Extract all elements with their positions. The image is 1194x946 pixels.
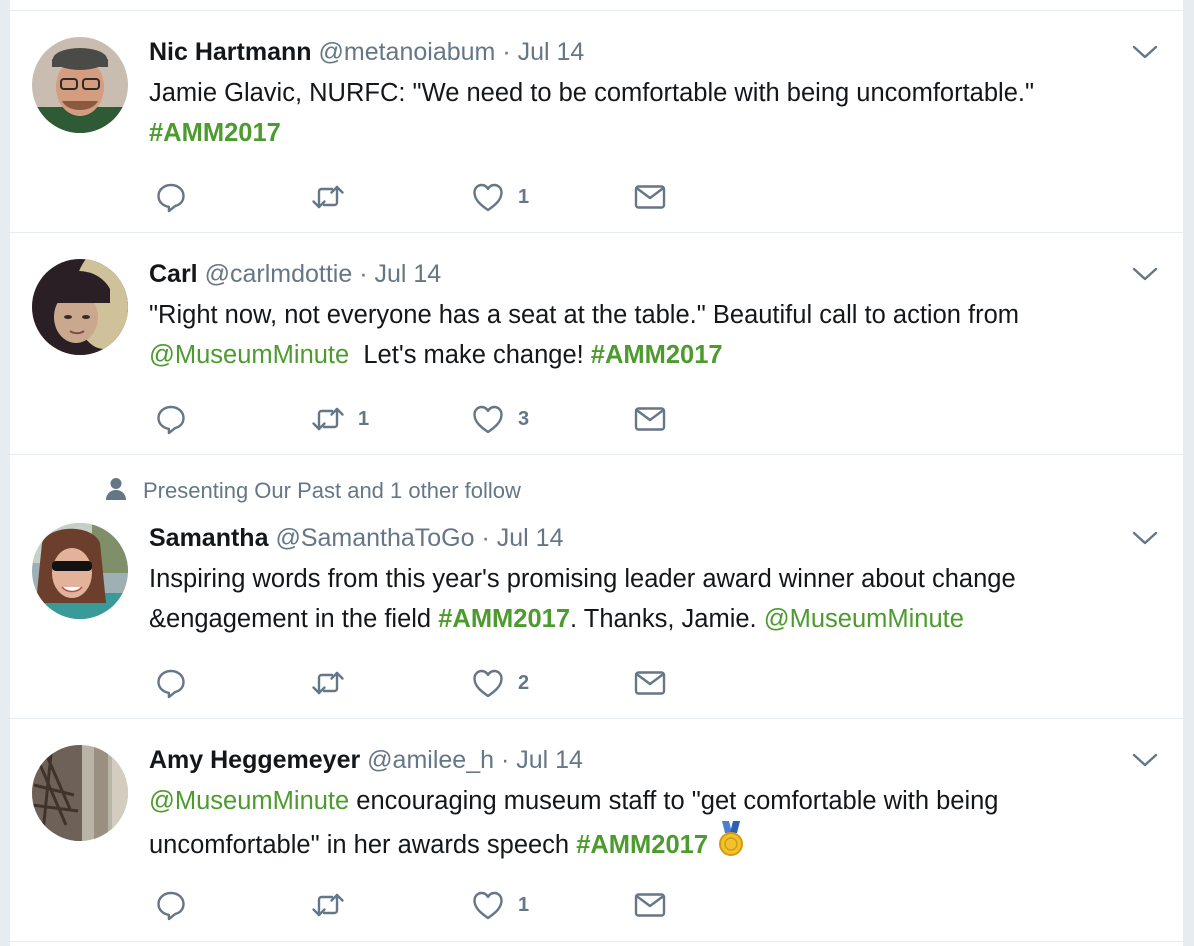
like-count: 3	[518, 407, 530, 430]
like-count: 1	[518, 893, 530, 916]
display-name[interactable]: Amy Heggemeyer	[149, 746, 360, 774]
envelope-icon	[632, 401, 668, 437]
display-name[interactable]: Nic Hartmann	[149, 38, 312, 66]
hashtag-link[interactable]: #AMM2017	[149, 119, 281, 147]
hashtag-link[interactable]: #AMM2017	[576, 831, 708, 859]
tweet-actions: 1 3	[153, 399, 693, 439]
avatar[interactable]	[32, 745, 128, 841]
tweet[interactable]: Nic Hartmann @metanoiabum · Jul 14 Jamie…	[10, 10, 1183, 233]
heart-icon	[470, 665, 506, 701]
reply-icon	[153, 887, 189, 923]
avatar[interactable]	[32, 37, 128, 133]
direct-message-button[interactable]	[632, 399, 668, 439]
separator-dot: ·	[481, 524, 490, 552]
envelope-icon	[632, 665, 668, 701]
chevron-down-icon[interactable]	[1130, 745, 1160, 775]
tweet-text-part: Inspiring words from this year's promisi…	[149, 565, 1016, 593]
tweet-text: "Right now, not everyone has a seat at t…	[149, 295, 1149, 375]
reply-icon	[153, 665, 189, 701]
username[interactable]: @amilee_h	[367, 746, 494, 774]
tweet[interactable]: Carl @carlmdottie · Jul 14 "Right now, n…	[10, 232, 1183, 455]
avatar[interactable]	[32, 259, 128, 355]
tweet-header: Nic Hartmann @metanoiabum · Jul 14	[149, 37, 584, 67]
separator-dot: ·	[500, 746, 510, 774]
tweet-text-part: Jamie Glavic, NURFC: "We need to be comf…	[149, 79, 1035, 107]
chevron-down-icon[interactable]	[1130, 259, 1160, 289]
username[interactable]: @SamanthaToGo	[275, 524, 474, 552]
tweet-text: Jamie Glavic, NURFC: "We need to be comf…	[149, 73, 1149, 153]
retweet-icon	[310, 179, 346, 215]
reply-button[interactable]	[153, 663, 201, 703]
display-name[interactable]: Samantha	[149, 524, 268, 552]
separator-dot: ·	[502, 38, 511, 66]
tweet-actions: 2	[153, 663, 693, 703]
hashtag-link[interactable]: #AMM2017	[591, 341, 723, 369]
reply-button[interactable]	[153, 399, 201, 439]
person-icon	[106, 478, 126, 500]
tweet-actions: 1	[153, 885, 693, 925]
tweet-text-part: . Thanks, Jamie.	[570, 605, 764, 633]
username[interactable]: @metanoiabum	[319, 38, 496, 66]
heart-icon	[470, 179, 506, 215]
hashtag-link[interactable]: #AMM2017	[438, 605, 570, 633]
retweet-icon	[310, 401, 346, 437]
separator-dot: ·	[359, 260, 368, 288]
reply-button[interactable]	[153, 177, 201, 217]
tweet-header: Amy Heggemeyer @amilee_h · Jul 14	[149, 745, 583, 775]
chevron-down-icon[interactable]	[1130, 37, 1160, 67]
like-button[interactable]: 1	[470, 177, 529, 217]
tweet-date[interactable]: Jul 14	[516, 746, 583, 774]
direct-message-button[interactable]	[632, 663, 668, 703]
direct-message-button[interactable]	[632, 177, 668, 217]
envelope-icon	[632, 179, 668, 215]
like-button[interactable]: 1	[470, 885, 529, 925]
social-context-text: Presenting Our Past and 1 other follow	[143, 478, 521, 503]
mention-link[interactable]: @MuseumMinute	[764, 605, 964, 633]
like-button[interactable]: 3	[470, 399, 529, 439]
heart-icon	[470, 887, 506, 923]
tweet-text-part: &engagement in the field	[149, 605, 439, 633]
like-button[interactable]: 2	[470, 663, 529, 703]
medal-icon	[719, 821, 744, 856]
retweet-button[interactable]	[310, 177, 358, 217]
mention-link[interactable]: @MuseumMinute	[149, 341, 349, 369]
tweet-date[interactable]: Jul 14	[518, 38, 585, 66]
direct-message-button[interactable]	[632, 885, 668, 925]
tweet[interactable]: Amy Heggemeyer @amilee_h · Jul 14 @Museu…	[10, 718, 1183, 942]
tweet-text: @MuseumMinute encouraging museum staff t…	[149, 781, 1149, 865]
heart-icon	[470, 401, 506, 437]
like-count: 2	[518, 671, 530, 694]
username[interactable]: @carlmdottie	[205, 260, 353, 288]
envelope-icon	[632, 887, 668, 923]
retweet-button[interactable]	[310, 885, 358, 925]
tweet-text-part: encouraging museum staff to "get comfort…	[349, 787, 999, 815]
avatar[interactable]	[32, 523, 128, 619]
retweet-count: 1	[358, 407, 370, 430]
retweet-button[interactable]	[310, 663, 358, 703]
retweet-icon	[310, 887, 346, 923]
tweet-text-part: Let's make change!	[349, 341, 591, 369]
tweet-text: Inspiring words from this year's promisi…	[149, 559, 1149, 639]
social-context[interactable]: Presenting Our Past and 1 other follow	[105, 477, 521, 505]
reply-icon	[153, 179, 189, 215]
display-name[interactable]: Carl	[149, 260, 198, 288]
tweet-actions: 1	[153, 177, 693, 217]
tweet-date[interactable]: Jul 14	[497, 524, 564, 552]
reply-button[interactable]	[153, 885, 201, 925]
reply-icon	[153, 401, 189, 437]
tweet-header: Carl @carlmdottie · Jul 14	[149, 259, 441, 289]
mention-link[interactable]: @MuseumMinute	[149, 787, 349, 815]
retweet-button[interactable]: 1	[310, 399, 369, 439]
tweet-text-part: "Right now, not everyone has a seat at t…	[149, 301, 1020, 329]
timeline: Nic Hartmann @metanoiabum · Jul 14 Jamie…	[10, 0, 1183, 946]
tweet-text-part: uncomfortable" in her awards speech	[149, 831, 577, 859]
tweet-header: Samantha @SamanthaToGo · Jul 14	[149, 523, 564, 553]
chevron-down-icon[interactable]	[1130, 523, 1160, 553]
tweet-date[interactable]: Jul 14	[374, 260, 441, 288]
tweet[interactable]: Presenting Our Past and 1 other follow S…	[10, 454, 1183, 719]
like-count: 1	[518, 185, 530, 208]
retweet-icon	[310, 665, 346, 701]
